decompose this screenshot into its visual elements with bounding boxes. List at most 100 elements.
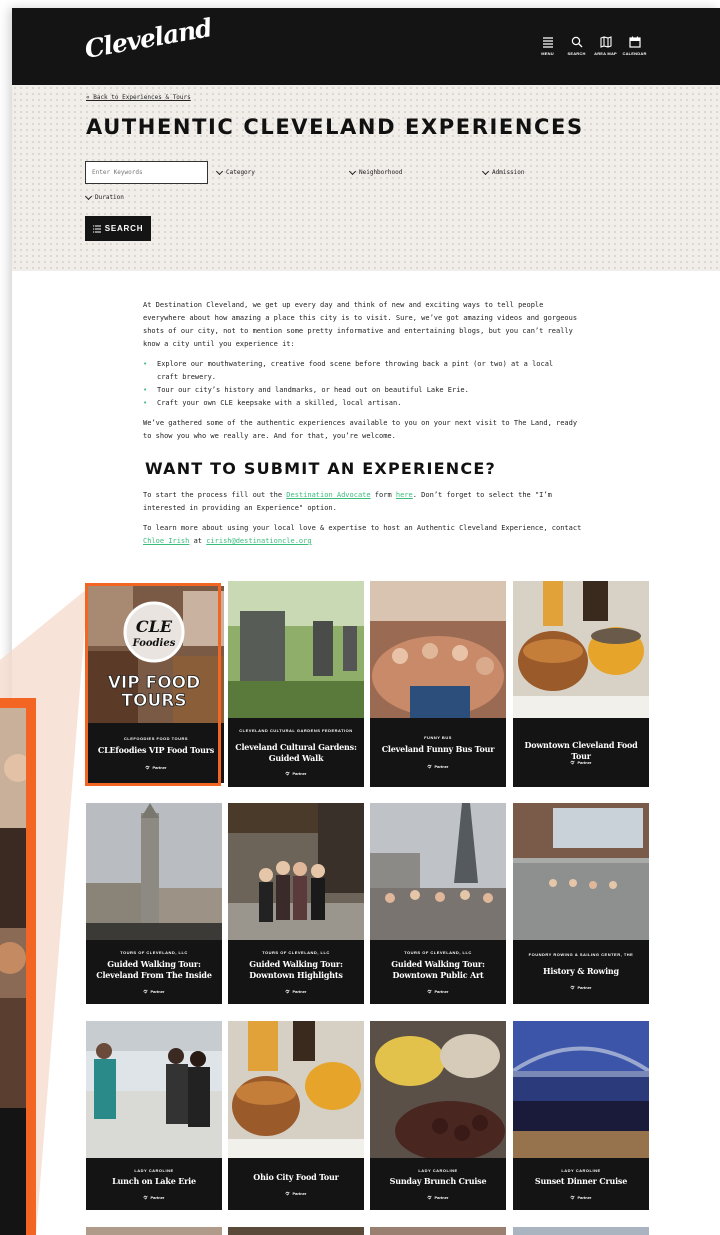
contact-name-link[interactable]: Chloe Irish <box>143 537 189 545</box>
gardens-photo <box>228 581 364 718</box>
rowing-photo <box>513 803 649 940</box>
bridge-night-photo <box>513 1021 649 1158</box>
chevron-down-icon <box>84 192 93 200</box>
contact-email-link[interactable]: cirish@destinationcle.org <box>206 537 311 545</box>
card-tag: TOURS OF CLEVELAND, LLC <box>262 950 330 955</box>
area-map-button[interactable]: AREA MAP <box>594 36 617 56</box>
page-title: AUTHENTIC CLEVELAND EXPERIENCES <box>86 115 584 139</box>
map-icon <box>599 36 612 48</box>
partner-badge: Partner <box>228 1191 364 1196</box>
partner-label: Partner <box>434 764 449 769</box>
card-title: Lunch on Lake Erie <box>112 1176 196 1186</box>
closing-paragraph: We’ve gathered some of the authentic exp… <box>143 419 578 440</box>
card-info: Downtown Cleveland Food Tour Partner <box>513 718 649 787</box>
card-info: LADY CAROLINE Sunset Dinner Cruise Partn… <box>513 1158 649 1210</box>
back-link[interactable]: « Back to Experiences & Tours <box>86 94 191 101</box>
handshake-icon <box>427 1195 433 1200</box>
card-title: Sunday Brunch Cruise <box>389 1176 487 1186</box>
chevron-down-icon <box>481 167 490 175</box>
partner-label: Partner <box>434 989 449 994</box>
zoomed-photo <box>0 708 26 1235</box>
boat-deck-photo <box>86 1021 222 1158</box>
cleveland-logo[interactable]: Cleveland <box>82 13 213 64</box>
handshake-icon <box>285 771 291 776</box>
duration-dropdown[interactable]: Duration <box>84 192 124 201</box>
card-title: History & Rowing <box>543 966 619 976</box>
search-icon <box>571 36 582 48</box>
partner-badge: Partner <box>370 764 506 769</box>
card-tag: FUNNY BUS <box>424 735 452 740</box>
calendar-button[interactable]: CALENDAR <box>622 36 646 56</box>
bullet-icon: • <box>143 399 148 407</box>
public-art-photo <box>370 803 506 940</box>
brunch-photo <box>370 1021 506 1158</box>
burger-photo-2 <box>228 1021 364 1158</box>
card-info: TOURS OF CLEVELAND, LLC Guided Walking T… <box>228 940 364 1004</box>
list-icon <box>92 225 101 232</box>
partner-badge: Partner <box>228 989 364 994</box>
keywords-input[interactable] <box>85 161 208 184</box>
calendar-icon <box>628 36 641 48</box>
partner-badge: Partner <box>513 1195 649 1200</box>
admission-dropdown[interactable]: Admission <box>481 167 525 176</box>
menu-label: MENU <box>541 51 554 56</box>
partner-label: Partner <box>577 760 592 765</box>
partner-label: Partner <box>434 1195 449 1200</box>
submit-text: To start the process fill out the <box>143 491 287 499</box>
neighborhood-dropdown[interactable]: Neighborhood <box>348 167 403 176</box>
card-tag: TOURS OF CLEVELAND, LLC <box>404 950 472 955</box>
admission-label: Admission <box>492 169 525 176</box>
card-title: Guided Walking Tour: Downtown Public Art <box>391 959 485 980</box>
card-info: LADY CAROLINE Sunday Brunch Cruise Partn… <box>370 1158 506 1210</box>
group-street-photo <box>228 803 364 940</box>
partner-label: Partner <box>292 771 307 776</box>
search-button[interactable]: SEARCH <box>85 216 151 241</box>
partner-label: Partner <box>292 1191 307 1196</box>
handshake-icon <box>143 1195 149 1200</box>
card-info: CLEVELAND CULTURAL GARDENS FEDERATION Cl… <box>228 718 364 787</box>
category-dropdown[interactable]: Category <box>215 167 255 176</box>
header-nav: MENU SEARCH AREA MAP CALENDAR <box>538 36 646 56</box>
submit-text: form <box>370 491 396 499</box>
area-map-label: AREA MAP <box>594 51 617 56</box>
menu-button[interactable]: MENU <box>538 36 557 56</box>
bullet-text: Explore our mouthwatering, creative food… <box>157 360 554 381</box>
card-title: Ohio City Food Tour <box>253 1172 339 1182</box>
card-tag: LADY CAROLINE <box>134 1168 174 1173</box>
tower-photo <box>86 803 222 940</box>
partner-label: Partner <box>292 989 307 994</box>
destination-advocate-link[interactable]: Destination Advocate <box>286 491 370 499</box>
menu-icon <box>542 37 553 48</box>
handshake-icon <box>427 989 433 994</box>
card-image-partial <box>370 1227 506 1235</box>
card-info: FOUNDRY ROWING & SAILING CENTER, THE His… <box>513 940 649 1004</box>
duration-label: Duration <box>95 194 124 201</box>
handshake-icon <box>143 989 149 994</box>
here-link[interactable]: here <box>396 491 413 499</box>
search-label: SEARCH <box>567 51 586 56</box>
search-button-label: SEARCH <box>104 224 144 233</box>
contact-text: at <box>189 537 207 545</box>
partner-badge: Partner <box>513 760 649 765</box>
card-title: Guided Walking Tour: Cleveland From The … <box>96 959 212 980</box>
partner-badge: Partner <box>86 1195 222 1200</box>
partner-badge: Partner <box>370 1195 506 1200</box>
card-title: Cleveland Funny Bus Tour <box>381 744 495 754</box>
card-title: Guided Walking Tour: Downtown Highlights <box>249 959 343 980</box>
card-info: TOURS OF CLEVELAND, LLC Guided Walking T… <box>370 940 506 1004</box>
intro-paragraph: At Destination Cleveland, we get up ever… <box>143 301 578 348</box>
search-nav-button[interactable]: SEARCH <box>567 36 586 56</box>
partner-label: Partner <box>577 1195 592 1200</box>
card-tag: FOUNDRY ROWING & SAILING CENTER, THE <box>528 952 634 957</box>
partner-label: Partner <box>577 985 592 990</box>
chevron-down-icon <box>348 167 357 175</box>
neighborhood-label: Neighborhood <box>359 169 403 176</box>
card-title: Sunset Dinner Cruise <box>534 1176 628 1186</box>
site-header: Cleveland MENU SEARCH AREA MAP CALENDAR <box>12 8 720 85</box>
category-label: Category <box>226 169 255 176</box>
handshake-icon <box>570 760 576 765</box>
bullet-text: Tour our city’s history and landmarks, o… <box>157 386 469 394</box>
hero-search-panel: « Back to Experiences & Tours AUTHENTIC … <box>12 85 720 271</box>
burger-photo <box>513 581 649 718</box>
handshake-icon <box>427 764 433 769</box>
